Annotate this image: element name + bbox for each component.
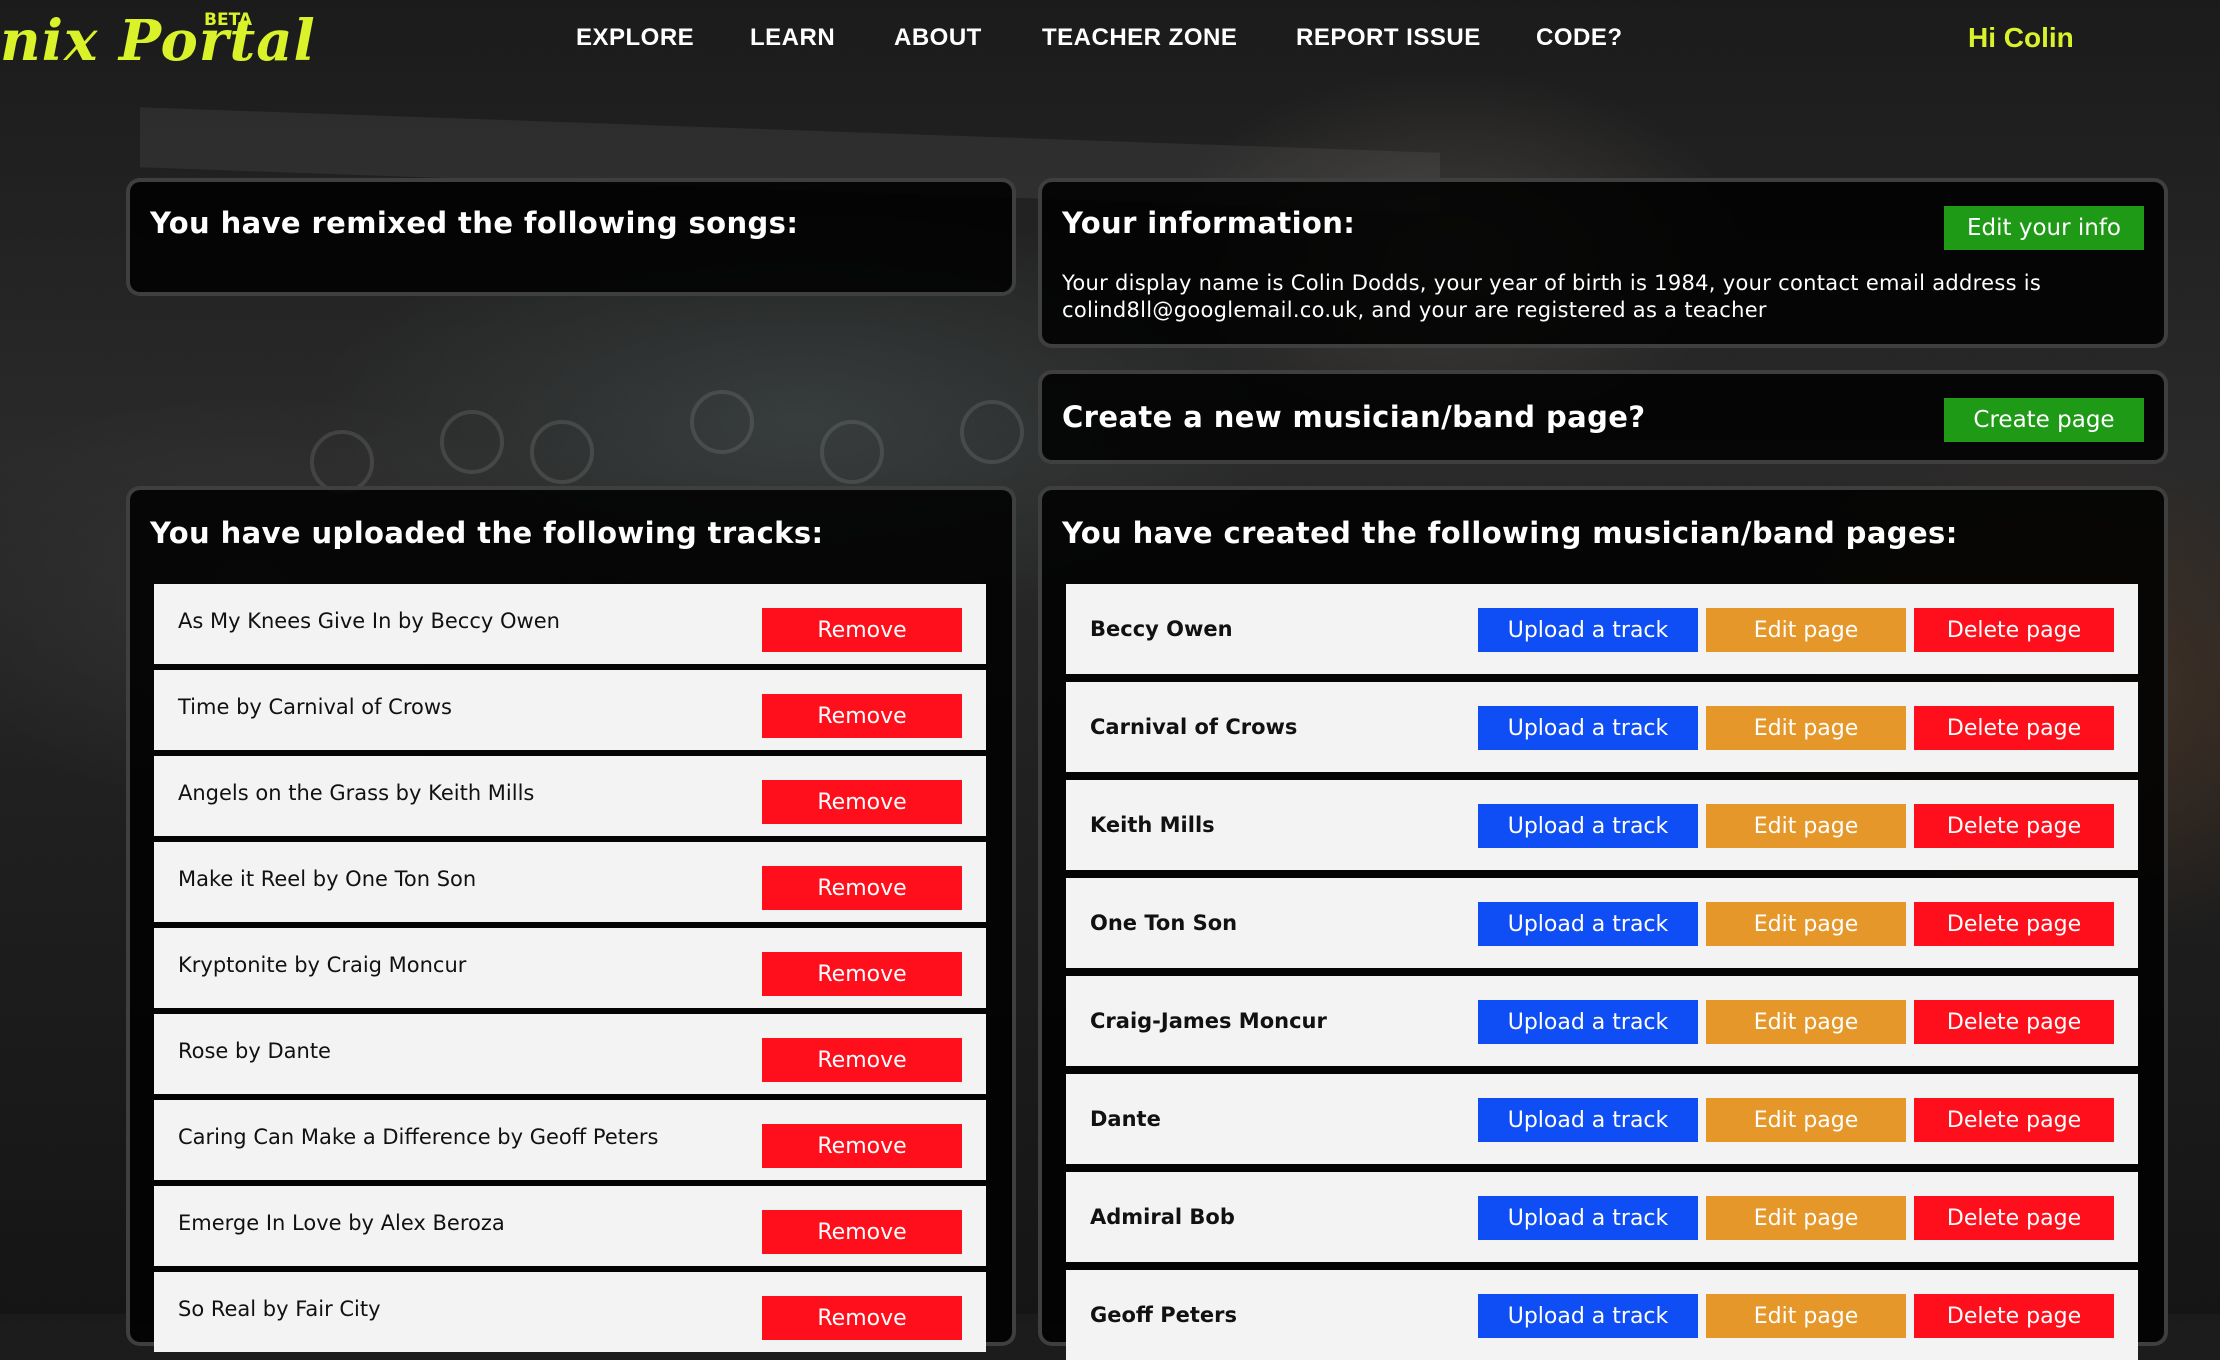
remixed-songs-title: You have remixed the following songs: xyxy=(150,206,799,240)
track-title: Time by Carnival of Crows xyxy=(178,695,452,719)
main-nav: EXPLORE LEARN ABOUT TEACHER ZONE REPORT … xyxy=(0,22,2220,62)
edit-page-button[interactable]: Edit page xyxy=(1706,804,1906,848)
edit-page-button[interactable]: Edit page xyxy=(1706,1000,1906,1044)
band-name: Beccy Owen xyxy=(1090,617,1233,641)
delete-page-button[interactable]: Delete page xyxy=(1914,1000,2114,1044)
band-row: Geoff Peters Upload a track Edit page De… xyxy=(1066,1270,2138,1360)
track-title: So Real by Fair City xyxy=(178,1297,381,1321)
edit-page-button[interactable]: Edit page xyxy=(1706,1294,1906,1338)
band-row: Admiral Bob Upload a track Edit page Del… xyxy=(1066,1172,2138,1262)
band-pages-title: You have created the following musician/… xyxy=(1062,516,1958,550)
user-info-text: Your display name is Colin Dodds, your y… xyxy=(1062,271,2042,322)
edit-page-button[interactable]: Edit page xyxy=(1706,1098,1906,1142)
uploaded-tracks-panel: You have uploaded the following tracks: … xyxy=(126,486,1016,1352)
user-greeting[interactable]: Hi Colin xyxy=(1968,22,2074,54)
upload-track-button[interactable]: Upload a track xyxy=(1478,1000,1698,1044)
band-row: Keith Mills Upload a track Edit page Del… xyxy=(1066,780,2138,870)
user-info-panel: Your information: Edit your info Your di… xyxy=(1038,178,2168,348)
nav-about[interactable]: ABOUT xyxy=(894,24,982,52)
upload-track-button[interactable]: Upload a track xyxy=(1478,804,1698,848)
nav-code[interactable]: CODE? xyxy=(1536,24,1623,52)
band-name: Carnival of Crows xyxy=(1090,715,1298,739)
band-row: Beccy Owen Upload a track Edit page Dele… xyxy=(1066,584,2138,674)
band-name: Dante xyxy=(1090,1107,1161,1131)
track-row: Rose by Dante Remove xyxy=(154,1014,986,1094)
remove-track-button[interactable]: Remove xyxy=(762,694,962,738)
band-name: Geoff Peters xyxy=(1090,1303,1237,1327)
track-row: Kryptonite by Craig Moncur Remove xyxy=(154,928,986,1008)
delete-page-button[interactable]: Delete page xyxy=(1914,1098,2114,1142)
track-title: Kryptonite by Craig Moncur xyxy=(178,953,467,977)
upload-track-button[interactable]: Upload a track xyxy=(1478,902,1698,946)
delete-page-button[interactable]: Delete page xyxy=(1914,804,2114,848)
edit-page-button[interactable]: Edit page xyxy=(1706,706,1906,750)
create-page-button[interactable]: Create page xyxy=(1944,398,2144,442)
track-row: Time by Carnival of Crows Remove xyxy=(154,670,986,750)
track-row: Emerge In Love by Alex Beroza Remove xyxy=(154,1186,986,1266)
delete-page-button[interactable]: Delete page xyxy=(1914,706,2114,750)
remove-track-button[interactable]: Remove xyxy=(762,952,962,996)
band-name: Keith Mills xyxy=(1090,813,1215,837)
nav-teacher-zone[interactable]: TEACHER ZONE xyxy=(1042,24,1237,52)
remove-track-button[interactable]: Remove xyxy=(762,866,962,910)
nav-explore[interactable]: EXPLORE xyxy=(576,24,694,52)
nav-learn[interactable]: LEARN xyxy=(750,24,835,52)
remove-track-button[interactable]: Remove xyxy=(762,1210,962,1254)
background-knob xyxy=(820,420,884,484)
edit-page-button[interactable]: Edit page xyxy=(1706,902,1906,946)
band-row: Dante Upload a track Edit page Delete pa… xyxy=(1066,1074,2138,1164)
upload-track-button[interactable]: Upload a track xyxy=(1478,608,1698,652)
delete-page-button[interactable]: Delete page xyxy=(1914,1196,2114,1240)
remove-track-button[interactable]: Remove xyxy=(762,1296,962,1340)
background-knob xyxy=(960,400,1024,464)
uploaded-tracks-title: You have uploaded the following tracks: xyxy=(150,516,824,550)
track-title: Angels on the Grass by Keith Mills xyxy=(178,781,535,805)
upload-track-button[interactable]: Upload a track xyxy=(1478,1196,1698,1240)
track-row: So Real by Fair City Remove xyxy=(154,1272,986,1352)
track-row: Caring Can Make a Difference by Geoff Pe… xyxy=(154,1100,986,1180)
edit-info-button[interactable]: Edit your info xyxy=(1944,206,2144,250)
remove-track-button[interactable]: Remove xyxy=(762,1038,962,1082)
background-knob xyxy=(690,390,754,454)
band-name: Craig-James Moncur xyxy=(1090,1009,1327,1033)
edit-page-button[interactable]: Edit page xyxy=(1706,1196,1906,1240)
upload-track-button[interactable]: Upload a track xyxy=(1478,1294,1698,1338)
upload-track-button[interactable]: Upload a track xyxy=(1478,706,1698,750)
create-page-panel: Create a new musician/band page? Create … xyxy=(1038,370,2168,464)
user-info-title: Your information: xyxy=(1062,206,1356,240)
track-title: Make it Reel by One Ton Son xyxy=(178,867,477,891)
track-title: As My Knees Give In by Beccy Owen xyxy=(178,609,560,633)
upload-track-button[interactable]: Upload a track xyxy=(1478,1098,1698,1142)
background-knob xyxy=(530,420,594,484)
track-title: Emerge In Love by Alex Beroza xyxy=(178,1211,505,1235)
band-name: One Ton Son xyxy=(1090,911,1238,935)
delete-page-button[interactable]: Delete page xyxy=(1914,902,2114,946)
create-page-title: Create a new musician/band page? xyxy=(1062,400,1646,434)
remixed-songs-panel: You have remixed the following songs: xyxy=(126,178,1016,296)
track-title: Caring Can Make a Difference by Geoff Pe… xyxy=(178,1125,659,1149)
band-pages-panel: You have created the following musician/… xyxy=(1038,486,2168,1360)
nav-report-issue[interactable]: REPORT ISSUE xyxy=(1296,24,1481,52)
remove-track-button[interactable]: Remove xyxy=(762,780,962,824)
remove-track-button[interactable]: Remove xyxy=(762,608,962,652)
delete-page-button[interactable]: Delete page xyxy=(1914,1294,2114,1338)
band-row: Craig-James Moncur Upload a track Edit p… xyxy=(1066,976,2138,1066)
band-row: Carnival of Crows Upload a track Edit pa… xyxy=(1066,682,2138,772)
delete-page-button[interactable]: Delete page xyxy=(1914,608,2114,652)
band-name: Admiral Bob xyxy=(1090,1205,1235,1229)
track-row: Angels on the Grass by Keith Mills Remov… xyxy=(154,756,986,836)
background-knob xyxy=(310,430,374,494)
track-title: Rose by Dante xyxy=(178,1039,331,1063)
track-row: As My Knees Give In by Beccy Owen Remove xyxy=(154,584,986,664)
edit-page-button[interactable]: Edit page xyxy=(1706,608,1906,652)
remove-track-button[interactable]: Remove xyxy=(762,1124,962,1168)
band-row: One Ton Son Upload a track Edit page Del… xyxy=(1066,878,2138,968)
background-knob xyxy=(440,410,504,474)
track-row: Make it Reel by One Ton Son Remove xyxy=(154,842,986,922)
